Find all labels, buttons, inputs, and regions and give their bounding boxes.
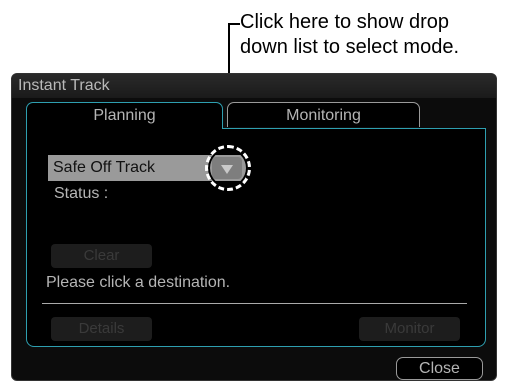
callout-text: Click here to show drop down list to sel… xyxy=(240,10,459,60)
tab-monitoring[interactable]: Monitoring xyxy=(227,102,420,127)
dialog-title: Instant Track xyxy=(12,74,496,98)
highlight-circle xyxy=(205,145,251,191)
details-button[interactable]: Details xyxy=(51,317,152,341)
clear-button[interactable]: Clear xyxy=(51,244,152,268)
tab-planning[interactable]: Planning xyxy=(26,102,223,129)
instant-track-dialog: Instant Track Planning Monitoring Safe O… xyxy=(11,73,497,381)
monitor-button[interactable]: Monitor xyxy=(359,317,460,341)
callout-line-2: down list to select mode. xyxy=(240,36,459,58)
close-button[interactable]: Close xyxy=(396,357,483,380)
callout-line-1: Click here to show drop xyxy=(240,11,449,33)
instruction-message: Please click a destination. xyxy=(46,274,231,291)
status-label: Status : xyxy=(54,185,109,202)
divider xyxy=(42,303,467,304)
